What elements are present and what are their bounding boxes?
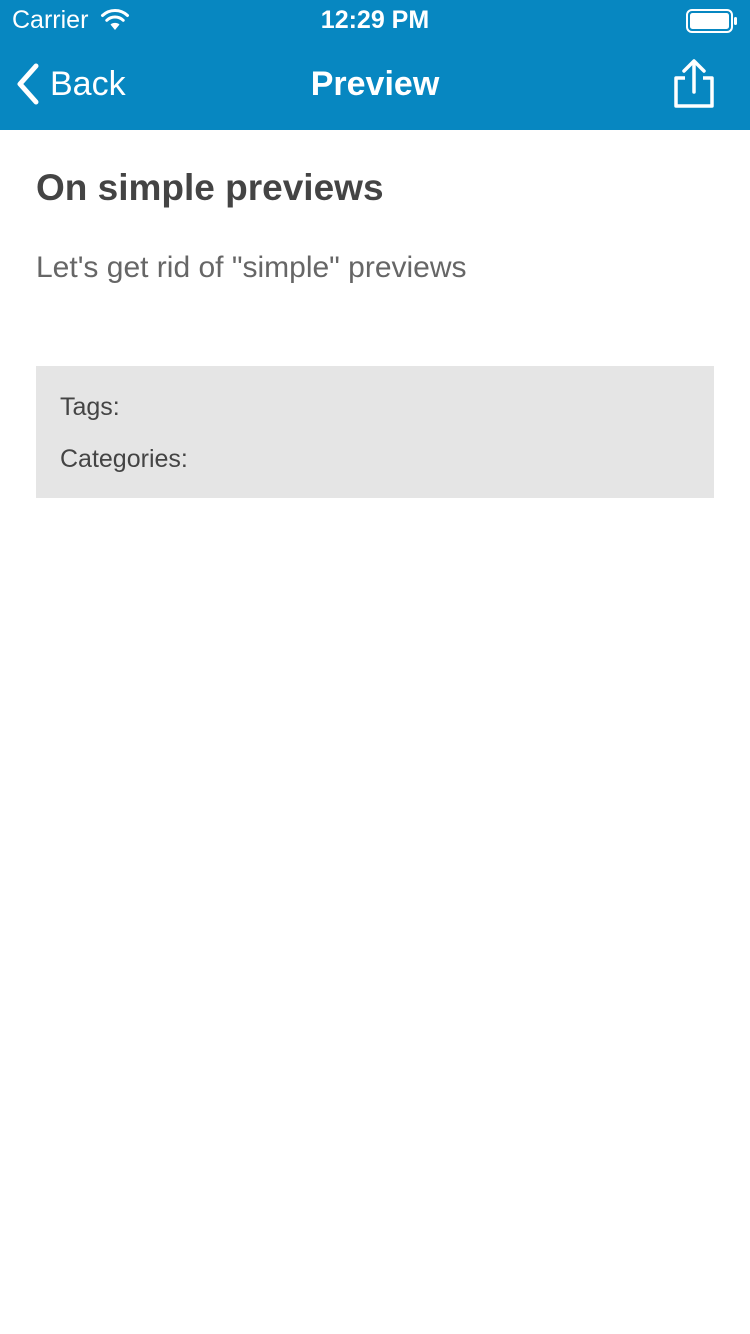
back-button[interactable]: Back	[14, 60, 126, 108]
tags-label: Tags:	[60, 393, 120, 421]
back-button-label: Back	[50, 65, 126, 103]
battery-icon	[686, 9, 737, 33]
categories-label: Categories:	[60, 445, 188, 473]
chevron-left-icon	[17, 63, 39, 105]
status-bar: Carrier 12:29 PM	[0, 0, 750, 40]
post-body: Let's get rid of "simple" previews	[36, 251, 467, 284]
share-icon[interactable]	[672, 58, 716, 110]
post-title: On simple previews	[36, 167, 384, 208]
preview-content: On simple previews Let's get rid of "sim…	[36, 130, 714, 498]
navigation-bar: Back Preview	[0, 40, 750, 130]
app-header: Carrier 12:29 PM Back Preview	[0, 0, 750, 130]
post-meta-box: Tags: Categories:	[36, 366, 714, 498]
status-time: 12:29 PM	[320, 6, 430, 34]
